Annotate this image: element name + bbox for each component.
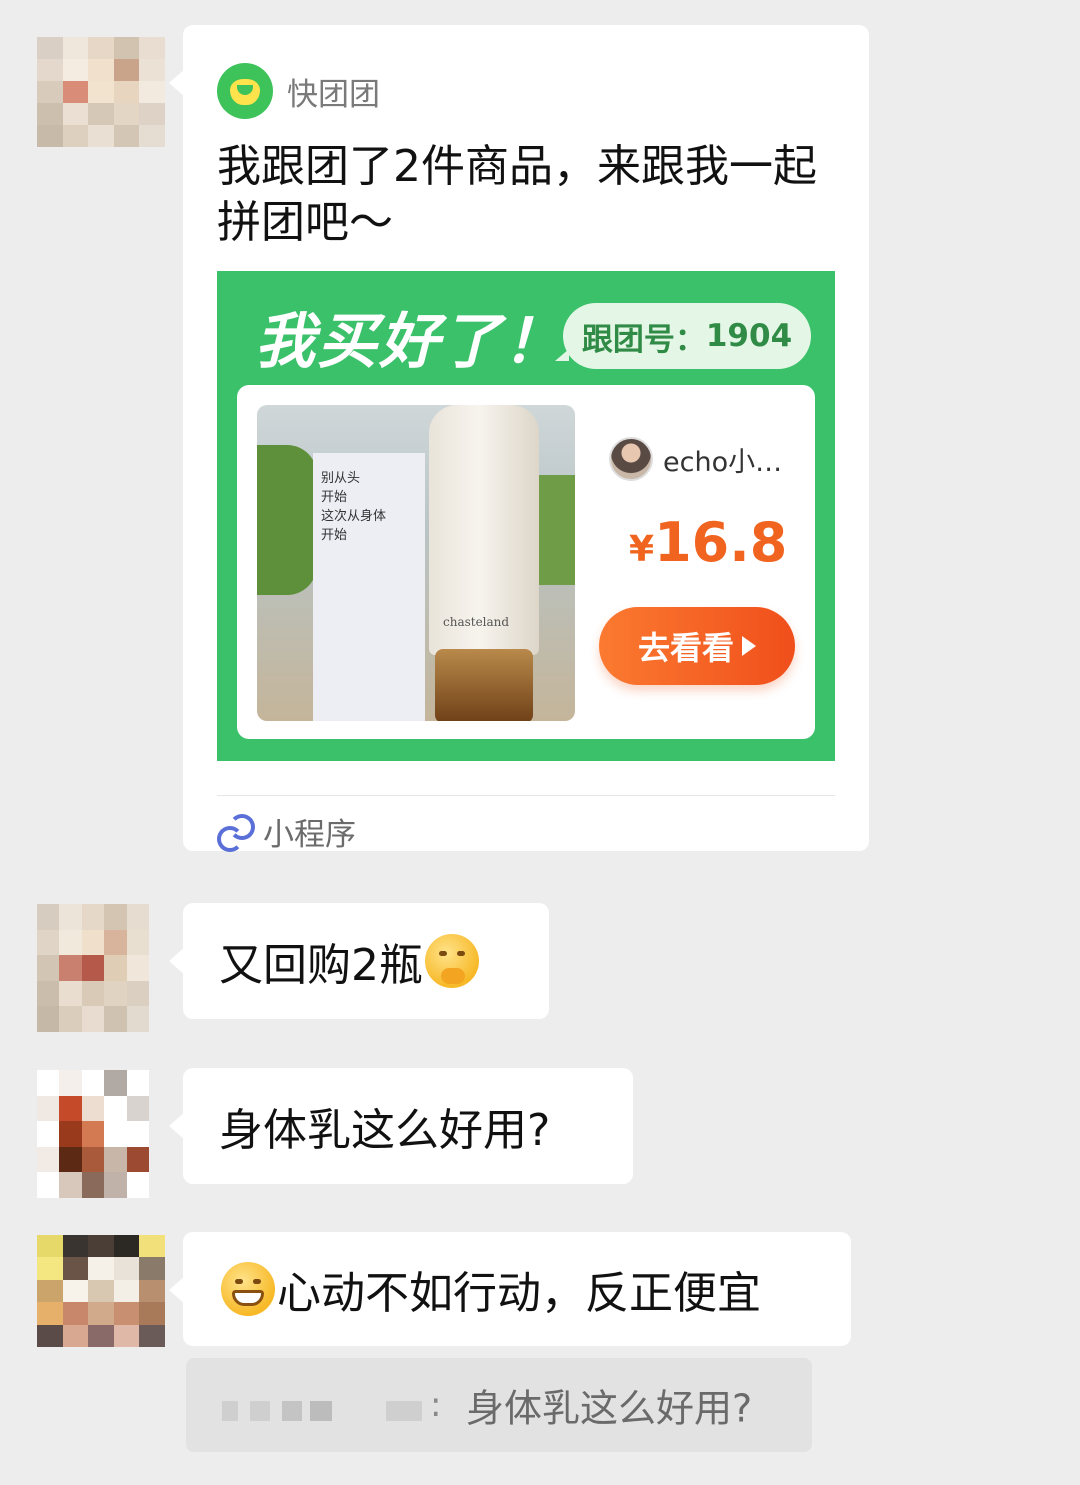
avatar[interactable] bbox=[37, 1235, 165, 1347]
redacted-name bbox=[222, 1401, 238, 1421]
group-number-badge: 跟团号： 1904 bbox=[555, 303, 811, 369]
redacted-name bbox=[282, 1401, 302, 1421]
grinning-face-icon bbox=[221, 1262, 275, 1316]
redacted-name bbox=[310, 1401, 332, 1421]
mini-program-label: 小程序 bbox=[263, 816, 356, 853]
product-box-text: 别从头 开始 这次从身体 开始 bbox=[321, 471, 387, 543]
quote-text: 身体乳这么好用? bbox=[466, 1386, 753, 1431]
avatar[interactable] bbox=[37, 37, 165, 147]
message-bubble[interactable]: 心动不如行动，反正便宜 bbox=[169, 1232, 851, 1346]
product-box: 别从头 开始 这次从身体 开始 bbox=[313, 453, 425, 721]
message-bubble[interactable]: 又回购2瓶 bbox=[169, 903, 549, 1019]
app-name: 快团团 bbox=[287, 76, 380, 113]
product-jar bbox=[435, 649, 533, 721]
card-footer: 小程序 bbox=[217, 805, 356, 857]
product-card[interactable]: 别从头 开始 这次从身体 开始 chasteland echo小… ¥16.8 … bbox=[237, 385, 815, 739]
price: ¥16.8 bbox=[629, 511, 787, 574]
group-number-value: 1904 bbox=[705, 318, 793, 354]
product-bottle: chasteland bbox=[429, 405, 539, 655]
seller-info: echo小… bbox=[609, 437, 782, 481]
redacted-name bbox=[250, 1401, 270, 1421]
card-header: 快团团 bbox=[217, 63, 380, 119]
quote-separator: : bbox=[430, 1385, 442, 1425]
price-value: 16.8 bbox=[654, 511, 788, 574]
card-divider bbox=[217, 795, 835, 796]
card-title: 我跟团了2件商品，来跟我一起拼团吧～ bbox=[217, 141, 817, 248]
play-arrow-icon bbox=[742, 636, 756, 656]
card-banner[interactable]: 我买好了！ 跟团号： 1904 别从头 开始 这次从身体 开始 chastela… bbox=[217, 271, 835, 761]
group-number-label: 跟团号： bbox=[581, 321, 706, 358]
price-symbol: ¥ bbox=[629, 529, 655, 570]
mini-program-card[interactable]: 快团团 我跟团了2件商品，来跟我一起拼团吧～ 我买好了！ 跟团号： 1904 别… bbox=[169, 25, 869, 853]
avatar[interactable] bbox=[37, 1070, 149, 1198]
seller-avatar bbox=[609, 437, 653, 481]
quoted-message[interactable]: : 身体乳这么好用? bbox=[186, 1358, 812, 1452]
mini-program-icon bbox=[217, 814, 255, 852]
message-text: 身体乳这么好用? bbox=[219, 1105, 551, 1156]
go-view-label: 去看看 bbox=[637, 629, 734, 667]
product-image: 别从头 开始 这次从身体 开始 chasteland bbox=[257, 405, 575, 721]
message-text-content: 心动不如行动，反正便宜 bbox=[277, 1268, 761, 1319]
thinking-face-icon bbox=[425, 934, 479, 988]
kuaituantuan-logo-icon bbox=[217, 63, 273, 119]
banner-headline: 我买好了！ bbox=[255, 307, 565, 377]
product-bottle-label: chasteland bbox=[443, 615, 510, 629]
message-bubble[interactable]: 身体乳这么好用? bbox=[169, 1068, 633, 1184]
avatar[interactable] bbox=[37, 904, 149, 1032]
message-text-content: 又回购2瓶 bbox=[219, 940, 423, 991]
go-view-button[interactable]: 去看看 bbox=[599, 607, 795, 685]
seller-name: echo小… bbox=[663, 446, 783, 478]
redacted-name bbox=[386, 1401, 422, 1421]
message-text: 又回购2瓶 bbox=[219, 929, 481, 993]
message-text: 心动不如行动，反正便宜 bbox=[219, 1257, 761, 1321]
